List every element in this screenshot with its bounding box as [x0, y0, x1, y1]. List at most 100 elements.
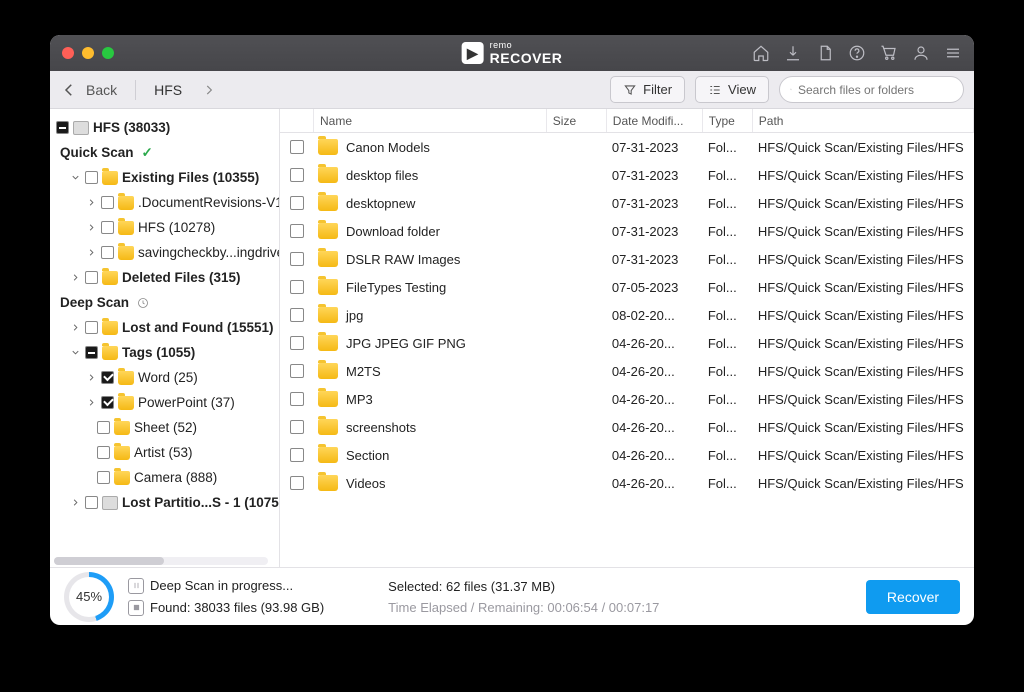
row-checkbox[interactable]	[290, 168, 304, 182]
tree-hfs-sub[interactable]: HFS (10278)	[56, 215, 280, 240]
sidebar-scrollbar[interactable]	[54, 557, 268, 565]
search-input[interactable]	[798, 83, 953, 97]
stop-button[interactable]	[128, 600, 144, 616]
col-type[interactable]: Type	[703, 109, 753, 132]
checkbox[interactable]	[97, 446, 110, 459]
table-row[interactable]: Section04-26-20...Fol...HFS/Quick Scan/E…	[280, 441, 974, 469]
row-checkbox[interactable]	[290, 420, 304, 434]
caret-right-icon[interactable]	[86, 247, 97, 258]
tree-deep-scan[interactable]: Deep Scan	[56, 290, 280, 315]
row-checkbox[interactable]	[290, 308, 304, 322]
tree-deleted[interactable]: Deleted Files (315)	[56, 265, 280, 290]
minimize-window-icon[interactable]	[82, 47, 94, 59]
download-icon[interactable]	[784, 44, 802, 62]
tree-sheet[interactable]: Sheet (52)	[56, 415, 280, 440]
col-name[interactable]: Name	[314, 109, 547, 132]
table-row[interactable]: JPG JPEG GIF PNG04-26-20...Fol...HFS/Qui…	[280, 329, 974, 357]
row-checkbox[interactable]	[290, 364, 304, 378]
row-checkbox[interactable]	[290, 448, 304, 462]
caret-right-icon[interactable]	[70, 272, 81, 283]
tree-root[interactable]: HFS (38033)	[56, 115, 280, 140]
check-done-icon: ✓	[142, 145, 153, 161]
table-row[interactable]: screenshots04-26-20...Fol...HFS/Quick Sc…	[280, 413, 974, 441]
scrollbar-thumb[interactable]	[54, 557, 164, 565]
checkbox[interactable]	[85, 321, 98, 334]
tree-tags[interactable]: Tags (1055)	[56, 340, 280, 365]
row-date: 07-31-2023	[606, 140, 702, 155]
caret-right-icon[interactable]	[86, 372, 97, 383]
table-row[interactable]: jpg08-02-20...Fol...HFS/Quick Scan/Exist…	[280, 301, 974, 329]
tree-lost-partition[interactable]: Lost Partitio...S - 1 (10757)	[56, 490, 280, 515]
row-checkbox[interactable]	[290, 336, 304, 350]
table-row[interactable]: desktopnew07-31-2023Fol...HFS/Quick Scan…	[280, 189, 974, 217]
caret-right-icon[interactable]	[86, 397, 97, 408]
checkbox[interactable]	[85, 271, 98, 284]
help-icon[interactable]	[848, 44, 866, 62]
pause-button[interactable]	[128, 578, 144, 594]
table-row[interactable]: Videos04-26-20...Fol...HFS/Quick Scan/Ex…	[280, 469, 974, 497]
row-checkbox[interactable]	[290, 392, 304, 406]
filter-label: Filter	[643, 82, 672, 97]
table-row[interactable]: FileTypes Testing07-05-2023Fol...HFS/Qui…	[280, 273, 974, 301]
home-icon[interactable]	[752, 44, 770, 62]
row-checkbox[interactable]	[290, 280, 304, 294]
tree-savingcheck[interactable]: savingcheckby...ingdrive	[56, 240, 280, 265]
menu-icon[interactable]	[944, 44, 962, 62]
row-type: Fol...	[702, 448, 752, 463]
row-checkbox[interactable]	[290, 252, 304, 266]
tree-docrev[interactable]: .DocumentRevisions-V1	[56, 190, 280, 215]
caret-down-icon[interactable]	[70, 347, 81, 358]
row-checkbox[interactable]	[290, 224, 304, 238]
checkbox[interactable]	[101, 196, 114, 209]
row-path: HFS/Quick Scan/Existing Files/HFS	[752, 196, 974, 211]
filter-button[interactable]: Filter	[610, 76, 685, 103]
table-row[interactable]: Canon Models07-31-2023Fol...HFS/Quick Sc…	[280, 133, 974, 161]
maximize-window-icon[interactable]	[102, 47, 114, 59]
tree-camera[interactable]: Camera (888)	[56, 465, 280, 490]
cart-icon[interactable]	[880, 44, 898, 62]
search-box[interactable]	[779, 76, 964, 103]
row-checkbox[interactable]	[290, 476, 304, 490]
row-type: Fol...	[702, 476, 752, 491]
checkbox[interactable]	[85, 171, 98, 184]
caret-right-icon[interactable]	[86, 197, 97, 208]
caret-down-icon[interactable]	[70, 172, 81, 183]
table-row[interactable]: Download folder07-31-2023Fol...HFS/Quick…	[280, 217, 974, 245]
row-checkbox[interactable]	[290, 196, 304, 210]
checkbox[interactable]	[56, 121, 69, 134]
col-date[interactable]: Date Modifi...	[607, 109, 703, 132]
folder-icon	[118, 396, 134, 410]
recover-button[interactable]: Recover	[866, 580, 960, 614]
tree-powerpoint[interactable]: PowerPoint (37)	[56, 390, 280, 415]
table-row[interactable]: desktop files07-31-2023Fol...HFS/Quick S…	[280, 161, 974, 189]
checkbox[interactable]	[85, 496, 98, 509]
folder-icon	[318, 335, 338, 351]
close-window-icon[interactable]	[62, 47, 74, 59]
col-path[interactable]: Path	[753, 109, 974, 132]
col-size[interactable]: Size	[547, 109, 607, 132]
row-checkbox[interactable]	[290, 140, 304, 154]
document-icon[interactable]	[816, 44, 834, 62]
checkbox[interactable]	[101, 221, 114, 234]
user-icon[interactable]	[912, 44, 930, 62]
table-row[interactable]: DSLR RAW Images07-31-2023Fol...HFS/Quick…	[280, 245, 974, 273]
caret-right-icon[interactable]	[70, 497, 81, 508]
back-button[interactable]: Back	[60, 81, 117, 99]
checkbox[interactable]	[97, 421, 110, 434]
view-button[interactable]: View	[695, 76, 769, 103]
table-row[interactable]: MP304-26-20...Fol...HFS/Quick Scan/Exist…	[280, 385, 974, 413]
tree-lost-found[interactable]: Lost and Found (15551)	[56, 315, 280, 340]
tree-artist[interactable]: Artist (53)	[56, 440, 280, 465]
tree-word[interactable]: Word (25)	[56, 365, 280, 390]
breadcrumb[interactable]: HFS	[154, 82, 182, 98]
checkbox[interactable]	[85, 346, 98, 359]
checkbox[interactable]	[101, 371, 114, 384]
caret-right-icon[interactable]	[70, 322, 81, 333]
checkbox[interactable]	[101, 246, 114, 259]
checkbox[interactable]	[101, 396, 114, 409]
table-row[interactable]: M2TS04-26-20...Fol...HFS/Quick Scan/Exis…	[280, 357, 974, 385]
caret-right-icon[interactable]	[86, 222, 97, 233]
tree-existing-files[interactable]: Existing Files (10355)	[56, 165, 280, 190]
tree-quick-scan[interactable]: Quick Scan ✓	[56, 140, 280, 165]
checkbox[interactable]	[97, 471, 110, 484]
